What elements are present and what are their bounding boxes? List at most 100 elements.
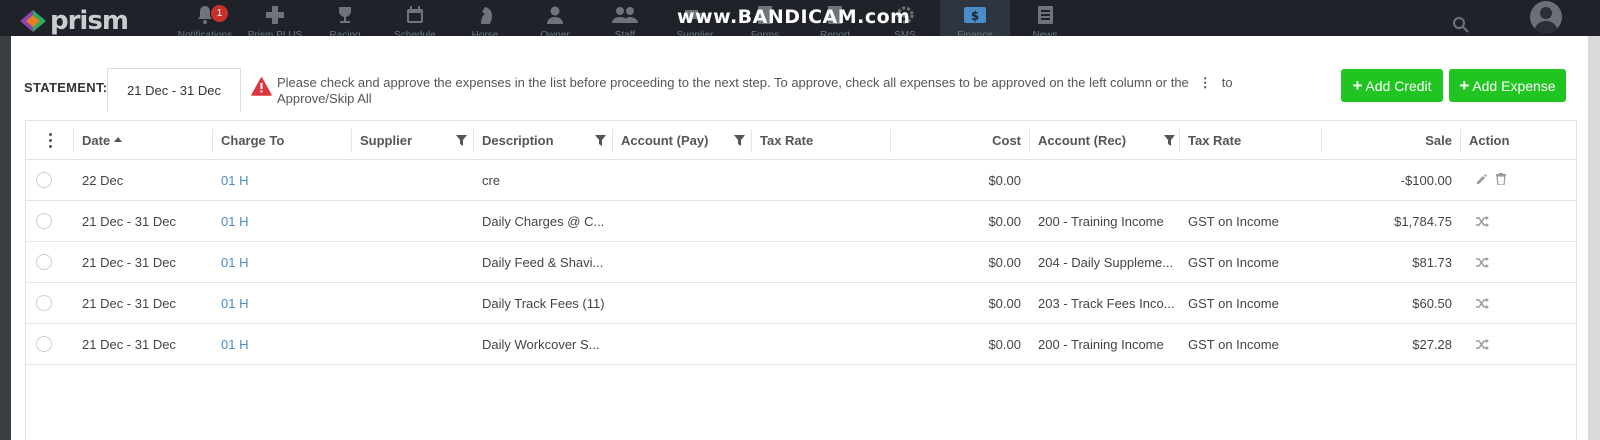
cell-sale: $81.73 <box>1412 254 1452 270</box>
row-select-radio[interactable] <box>36 254 52 270</box>
recording-watermark: www.BANDICAM.com <box>677 6 911 28</box>
add-expense-button[interactable]: + Add Expense <box>1449 69 1566 102</box>
prism-logo[interactable]: prism <box>18 6 129 36</box>
shuffle-icon[interactable] <box>1476 201 1489 241</box>
nav-item-finance[interactable]: $ Finance <box>940 0 1010 41</box>
add-expense-label: Add Expense <box>1472 77 1556 94</box>
column-header-tax-rate-pay[interactable]: Tax Rate <box>752 121 891 160</box>
header-date-label: Date <box>82 133 111 148</box>
nav-item-news[interactable]: News <box>1010 0 1080 41</box>
main-nav: 1 Notifications Prism PLUS Racing Schedu… <box>170 0 1080 41</box>
nav-item-staff[interactable]: Staff <box>590 0 660 41</box>
cell-account-rec: 203 - Track Fees Inco... <box>1038 295 1175 311</box>
shuffle-icon[interactable] <box>1476 242 1489 282</box>
nav-item-prism-plus[interactable]: Prism PLUS <box>240 0 310 41</box>
header-cost-label: Cost <box>992 133 1021 148</box>
user-icon <box>545 4 565 26</box>
row-select-radio[interactable] <box>36 336 52 352</box>
nav-item-horse[interactable]: Horse <box>450 0 520 41</box>
column-header-date[interactable]: Date <box>74 121 213 160</box>
column-header-description[interactable]: Description <box>474 121 613 160</box>
tab-statement-period[interactable]: 21 Dec - 31 Dec <box>107 68 241 112</box>
cell-sale: $1,784.75 <box>1394 213 1452 229</box>
table-row[interactable]: 21 Dec - 31 Dec 01 H Daily Track Fees (1… <box>26 283 1576 324</box>
cell-description: Daily Workcover S... <box>482 336 600 352</box>
dollar-bill-icon: $ <box>963 4 987 26</box>
row-select-radio[interactable] <box>36 172 52 188</box>
cell-cost: $0.00 <box>988 336 1021 352</box>
avatar[interactable] <box>1530 1 1562 33</box>
header-tax-rate-rec-label: Tax Rate <box>1188 133 1242 148</box>
column-header-supplier[interactable]: Supplier <box>352 121 474 160</box>
warning-text-part2: to <box>1221 75 1233 90</box>
cell-date: 22 Dec <box>82 172 124 188</box>
row-select-radio[interactable] <box>36 295 52 311</box>
row-actions <box>1476 160 1506 200</box>
cell-tax-rate-rec: GST on Income <box>1188 336 1279 352</box>
prism-logo-icon <box>20 10 46 32</box>
cell-charge-to-link[interactable]: 01 H <box>221 201 248 241</box>
users-icon <box>612 4 638 26</box>
cell-charge-to-link[interactable]: 01 H <box>221 242 248 282</box>
header-tax-rate-pay-label: Tax Rate <box>760 133 814 148</box>
column-header-sale[interactable]: Sale <box>1322 121 1461 160</box>
cell-description: cre <box>482 172 501 188</box>
kebab-menu-icon <box>48 133 52 148</box>
cell-description: Daily Track Fees (11) <box>482 295 605 311</box>
background-edge-left <box>0 36 11 440</box>
statement-label: STATEMENT: <box>24 80 108 95</box>
inline-kebab-icon: ⋮ <box>1198 75 1212 90</box>
cell-sale: $60.50 <box>1412 295 1452 311</box>
bulk-actions-menu[interactable] <box>26 121 74 160</box>
header-sale-label: Sale <box>1425 133 1452 148</box>
cell-account-rec: 200 - Training Income <box>1038 336 1164 352</box>
user-avatar-icon <box>1534 7 1558 33</box>
column-header-account-rec[interactable]: Account (Rec) <box>1030 121 1180 160</box>
cell-date: 21 Dec - 31 Dec <box>82 254 176 270</box>
table-row[interactable]: 21 Dec - 31 Dec 01 H Daily Charges @ C..… <box>26 201 1576 242</box>
expenses-table: Date Charge To Supplier Description Acco… <box>25 120 1577 440</box>
add-credit-button[interactable]: + Add Credit <box>1341 69 1443 102</box>
filter-icon[interactable] <box>734 134 745 149</box>
nav-item-notifications[interactable]: 1 Notifications <box>170 0 240 41</box>
header-account-pay-label: Account (Pay) <box>621 133 709 148</box>
top-nav: prism 1 Notifications Prism PLUS Racing <box>0 0 1600 41</box>
nav-item-schedule[interactable]: Schedule <box>380 0 450 41</box>
warning-triangle-icon <box>251 77 272 101</box>
cell-cost: $0.00 <box>988 213 1021 229</box>
cell-charge-to-link[interactable]: 01 H <box>221 324 248 364</box>
column-header-cost[interactable]: Cost <box>891 121 1030 160</box>
table-row[interactable]: 21 Dec - 31 Dec 01 H Daily Feed & Shavi.… <box>26 242 1576 283</box>
cell-date: 21 Dec - 31 Dec <box>82 295 176 311</box>
row-select-radio[interactable] <box>36 213 52 229</box>
nav-item-racing[interactable]: Racing <box>310 0 380 41</box>
table-row[interactable]: 21 Dec - 31 Dec 01 H Daily Workcover S..… <box>26 324 1576 365</box>
cell-account-rec: 204 - Daily Suppleme... <box>1038 254 1174 270</box>
plus-puzzle-icon <box>265 4 285 26</box>
cell-charge-to-link[interactable]: 01 H <box>221 160 248 200</box>
filter-icon[interactable] <box>456 134 467 149</box>
cell-description: Daily Charges @ C... <box>482 213 605 229</box>
svg-text:$: $ <box>971 9 979 23</box>
calendar-icon <box>405 4 425 26</box>
pencil-icon[interactable] <box>1476 173 1488 188</box>
nav-item-owner[interactable]: Owner <box>520 0 590 41</box>
cell-charge-to-link[interactable]: 01 H <box>221 283 248 323</box>
shuffle-icon[interactable] <box>1476 283 1489 323</box>
column-header-charge-to[interactable]: Charge To <box>213 121 352 160</box>
filter-icon[interactable] <box>1164 134 1175 149</box>
trash-icon[interactable] <box>1496 172 1506 188</box>
shuffle-icon[interactable] <box>1476 324 1489 364</box>
cell-date: 21 Dec - 31 Dec <box>82 213 176 229</box>
sort-ascending-icon <box>114 137 123 142</box>
column-header-tax-rate-rec[interactable]: Tax Rate <box>1180 121 1322 160</box>
cell-sale: $27.28 <box>1412 336 1452 352</box>
cell-account-rec: 200 - Training Income <box>1038 213 1164 229</box>
cell-description: Daily Feed & Shavi... <box>482 254 604 270</box>
table-row[interactable]: 22 Dec 01 H cre $0.00 -$100.00 <box>26 160 1576 201</box>
add-credit-label: Add Credit <box>1365 77 1432 94</box>
header-description-label: Description <box>482 133 554 148</box>
column-header-account-pay[interactable]: Account (Pay) <box>613 121 752 160</box>
filter-icon[interactable] <box>595 134 606 149</box>
logo-text: prism <box>50 6 129 36</box>
